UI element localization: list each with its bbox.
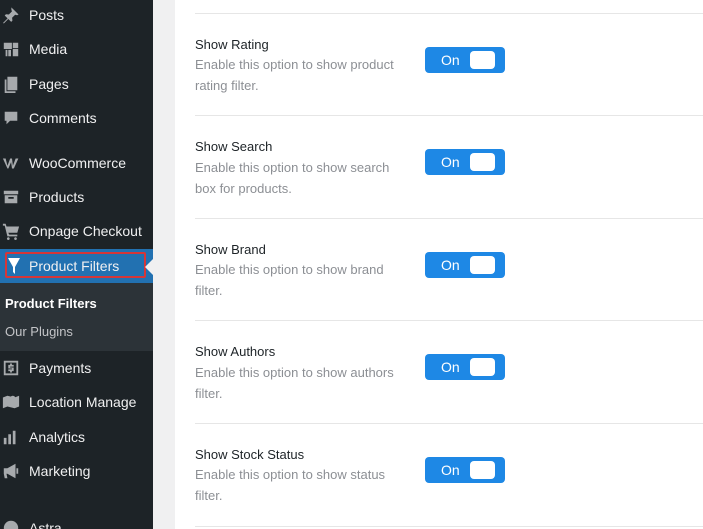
bar-chart-icon: [0, 428, 29, 446]
toggle-label: On: [441, 52, 460, 68]
setting-title: Show Stock Status: [195, 447, 305, 462]
setting-title: Show Rating: [195, 37, 269, 52]
sidebar-item-label: Comments: [29, 110, 97, 126]
sidebar-item-label: Onpage Checkout: [29, 223, 142, 239]
setting-description: Enable this option to show brand filter.: [195, 262, 384, 298]
show-rating-toggle[interactable]: On: [425, 47, 505, 73]
setting-description: Enable this option to show search box fo…: [195, 160, 390, 196]
archive-icon: [0, 188, 29, 206]
admin-sidebar: Posts Media Pages Comments WooCommerce P…: [0, 0, 153, 529]
sidebar-item-label: Products: [29, 189, 85, 205]
sidebar-item-marketing[interactable]: Marketing: [0, 454, 153, 488]
setting-description: Enable this option to show authors filte…: [195, 365, 394, 401]
sidebar-item-label: Posts: [29, 7, 65, 23]
submenu-item-product-filters[interactable]: Product Filters: [5, 296, 97, 311]
sidebar-item-label: Marketing: [29, 463, 91, 479]
media-icon: [0, 40, 29, 58]
sidebar-item-media[interactable]: Media: [0, 32, 153, 66]
row-divider: [195, 218, 703, 219]
setting-title: Show Search: [195, 139, 273, 154]
setting-description: Enable this option to show product ratin…: [195, 57, 394, 93]
setting-title: Show Brand: [195, 242, 266, 257]
sidebar-item-pages[interactable]: Pages: [0, 67, 153, 101]
sidebar-item-label: Analytics: [29, 429, 86, 445]
sidebar-item-label: Media: [29, 41, 68, 57]
sidebar-item-location-manage[interactable]: Location Manage: [0, 385, 153, 419]
megaphone-icon: [0, 462, 29, 480]
sidebar-item-label: Pages: [29, 76, 69, 92]
sidebar-item-label: Product Filters: [29, 258, 120, 274]
sidebar-submenu: Product Filters Our Plugins: [0, 283, 153, 351]
toggle-label: On: [441, 359, 460, 375]
sidebar-item-comments[interactable]: Comments: [0, 101, 153, 135]
toggle-knob: [470, 51, 495, 69]
toggle-knob: [470, 256, 495, 274]
sidebar-item-astra[interactable]: Astra: [0, 511, 153, 529]
sidebar-item-product-filters[interactable]: Product Filters: [0, 249, 153, 283]
sidebar-item-label: Location Manage: [29, 394, 137, 410]
active-indicator-arrow: [145, 259, 153, 275]
toggle-label: On: [441, 154, 460, 170]
toggle-knob: [470, 461, 495, 479]
toggle-knob: [470, 153, 495, 171]
sidebar-item-label: Payments: [29, 360, 92, 376]
sidebar-item-label: WooCommerce: [29, 155, 126, 171]
row-divider: [195, 320, 703, 321]
toggle-label: On: [441, 257, 460, 273]
setting-description: Enable this option to show status filter…: [195, 467, 386, 503]
show-authors-toggle[interactable]: On: [425, 354, 505, 380]
sidebar-item-payments[interactable]: Payments: [0, 351, 153, 385]
submenu-item-our-plugins[interactable]: Our Plugins: [5, 324, 73, 339]
filter-icon: [0, 258, 29, 274]
sidebar-item-products[interactable]: Products: [0, 180, 153, 214]
comment-icon: [0, 109, 29, 127]
toggle-label: On: [441, 462, 460, 478]
show-search-toggle[interactable]: On: [425, 149, 505, 175]
sidebar-item-analytics[interactable]: Analytics: [0, 420, 153, 454]
show-brand-toggle[interactable]: On: [425, 252, 505, 278]
sidebar-item-label: Astra: [29, 520, 62, 529]
sidebar-item-onpage-checkout[interactable]: Onpage Checkout: [0, 214, 153, 248]
astra-icon: [0, 519, 29, 529]
cart-icon: [0, 222, 29, 240]
row-divider: [195, 13, 703, 14]
setting-title: Show Authors: [195, 344, 276, 359]
pages-icon: [0, 75, 29, 93]
sidebar-item-woocommerce[interactable]: WooCommerce: [0, 146, 153, 180]
row-divider: [195, 115, 703, 116]
row-divider: [195, 526, 703, 527]
sidebar-item-posts[interactable]: Posts: [0, 0, 153, 32]
toggle-knob: [470, 358, 495, 376]
show-stock-status-toggle[interactable]: On: [425, 457, 505, 483]
dollar-icon: [0, 359, 29, 377]
map-icon: [0, 393, 29, 411]
pin-icon: [0, 6, 29, 24]
woocommerce-icon: [0, 156, 29, 170]
row-divider: [195, 423, 703, 424]
